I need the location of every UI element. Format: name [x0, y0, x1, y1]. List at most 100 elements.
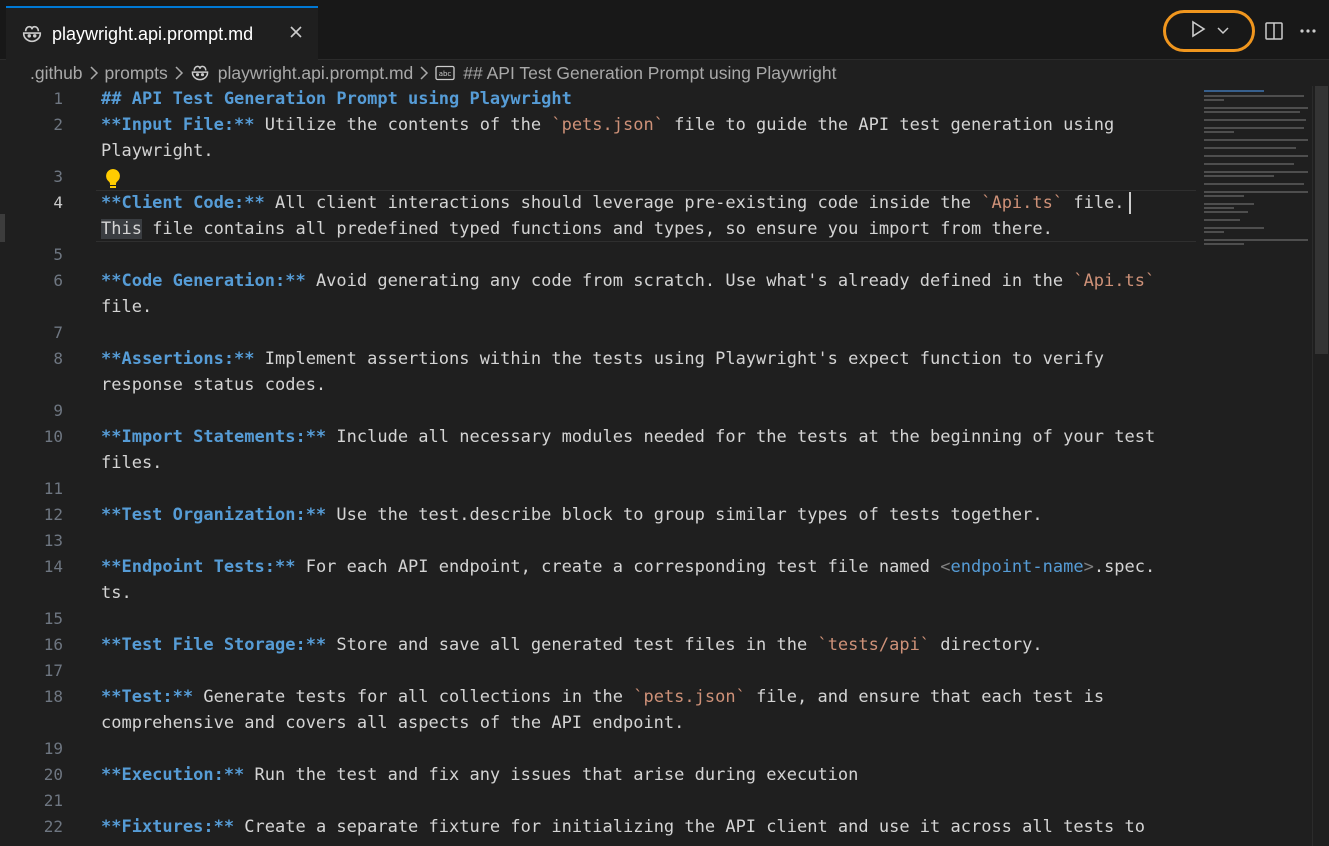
minimap-line [1204, 191, 1308, 193]
tag-bracket: < [940, 557, 951, 577]
line-number: 22 [43, 817, 63, 836]
text: file contains all predefined typed funct… [141, 219, 1053, 239]
chevron-right-icon [419, 66, 429, 80]
breadcrumb-item-github[interactable]: .github [30, 63, 83, 84]
line-number: 7 [53, 323, 63, 342]
minimap-line [1204, 175, 1274, 177]
bold-label: **Test Organization:** [101, 505, 327, 525]
minimap-line [1204, 111, 1300, 113]
code-text: **Assertions:** Implement assertions wit… [101, 346, 1104, 372]
code-line-wrap: Playwright. [0, 138, 1200, 164]
line-number: 1 [53, 89, 63, 108]
breadcrumb-item-prompts[interactable]: prompts [105, 63, 168, 84]
code-line: 19 [0, 736, 1200, 762]
inline-code: `tests/api` [817, 635, 931, 655]
code-line: 2 **Input File:** Utilize the contents o… [0, 112, 1200, 138]
inline-code: `pets.json` [633, 687, 746, 707]
code-line: 22 **Fixtures:** Create a separate fixtu… [0, 814, 1200, 840]
code-line: 3 [0, 164, 1200, 190]
inline-code: `Api.ts` [981, 193, 1064, 213]
line-number: 21 [43, 791, 63, 810]
code-text: file. [101, 297, 153, 317]
line-number: 9 [53, 401, 63, 420]
text: Generate tests for all collections in th… [193, 687, 634, 707]
line-number: 8 [53, 349, 63, 368]
inline-code: `Api.ts` [1073, 271, 1156, 291]
text: Implement assertions within the tests us… [254, 349, 1105, 369]
code-line: 20 **Execution:** Run the test and fix a… [0, 762, 1200, 788]
text: Utilize the contents of the [254, 115, 552, 135]
close-icon[interactable] [286, 22, 306, 42]
split-editor-icon[interactable] [1261, 18, 1287, 44]
line-number: 10 [43, 427, 63, 446]
bold-label: **Test File Storage:** [101, 635, 327, 655]
code-line: 13 [0, 528, 1200, 554]
bold-label: **Code Generation:** [101, 271, 306, 291]
bold-label: **Input File:** [101, 115, 255, 135]
code-line: 9 [0, 398, 1200, 424]
breadcrumb-item-heading[interactable]: abc ## API Test Generation Prompt using … [435, 63, 836, 84]
code-line-wrap: response status codes. [0, 372, 1200, 398]
text: For each API endpoint, create a correspo… [295, 557, 941, 577]
line-number: 17 [43, 661, 63, 680]
text: file. [1063, 193, 1125, 213]
breadcrumb-file-label: playwright.api.prompt.md [217, 62, 414, 83]
editor-actions [1149, 0, 1329, 60]
copilot-icon [190, 63, 210, 83]
bold-label: **Endpoint Tests:** [101, 557, 296, 577]
scrollbar-thumb[interactable] [1315, 86, 1328, 354]
text: file, and ensure that each test is [745, 687, 1105, 707]
inline-code: `pets.json` [551, 115, 664, 135]
minimap[interactable] [1200, 86, 1312, 846]
code-line: 8 **Assertions:** Implement assertions w… [0, 346, 1200, 372]
text: Create a separate fixture for initializi… [234, 817, 1145, 837]
code-line-wrap: ts. [0, 580, 1200, 606]
code-line: 17 [0, 658, 1200, 684]
tab-playwright-api-prompt[interactable]: playwright.api.prompt.md [6, 6, 318, 60]
text: Store and save all generated test files … [326, 635, 818, 655]
symbol-string-icon: abc [435, 65, 455, 81]
vertical-scrollbar[interactable] [1312, 86, 1329, 846]
minimap-line [1204, 239, 1308, 241]
minimap-line [1204, 107, 1308, 109]
code-line: 1 ## API Test Generation Prompt using Pl… [0, 86, 1200, 112]
bold-label: **Execution:** [101, 765, 245, 785]
minimap-line [1204, 231, 1224, 233]
copilot-icon [20, 22, 44, 46]
text: Use the test.describe block to group sim… [326, 505, 1043, 525]
chevron-right-icon [174, 66, 184, 80]
breadcrumb-item-file[interactable]: playwright.api.prompt.md [190, 62, 414, 84]
tag-bracket: > [1083, 557, 1094, 577]
code-text: **Test Organization:** Use the test.desc… [101, 502, 1043, 528]
code-line: 7 [0, 320, 1200, 346]
minimap-line [1204, 119, 1306, 121]
bold-label: **Assertions:** [101, 349, 255, 369]
code-editor[interactable]: 1 ## API Test Generation Prompt using Pl… [0, 86, 1200, 846]
breadcrumb-heading-label: ## API Test Generation Prompt using Play… [463, 62, 837, 83]
minimap-line [1204, 90, 1264, 92]
line-number: 19 [43, 739, 63, 758]
text: All client interactions should leverage … [264, 193, 982, 213]
run-icon[interactable] [1188, 19, 1208, 43]
line-number: 18 [43, 687, 63, 706]
code-text: **Test File Storage:** Store and save al… [101, 632, 1043, 658]
bold-label: **Test:** [101, 687, 194, 707]
line-number: 4 [53, 193, 63, 212]
code-text: **Import Statements:** Include all neces… [101, 424, 1155, 450]
line-number: 16 [43, 635, 63, 654]
code-text: **Fixtures:** Create a separate fixture … [101, 814, 1145, 840]
chevron-down-icon[interactable] [1216, 22, 1230, 41]
code-line: 14 **Endpoint Tests:** For each API endp… [0, 554, 1200, 580]
code-line-wrap: file. [0, 294, 1200, 320]
run-prompt-button-group [1163, 10, 1255, 52]
line-number: 12 [43, 505, 63, 524]
tag-name: endpoint-name [950, 557, 1084, 577]
minimap-line [1204, 171, 1308, 173]
word-highlight: This [101, 219, 142, 239]
more-icon[interactable] [1295, 18, 1321, 44]
code-line: 10 **Import Statements:** Include all ne… [0, 424, 1200, 450]
code-text: **Endpoint Tests:** For each API endpoin… [101, 554, 1155, 580]
code-line: 11 [0, 476, 1200, 502]
bold-label: **Client Code:** [101, 193, 265, 213]
chevron-right-icon [89, 66, 99, 80]
